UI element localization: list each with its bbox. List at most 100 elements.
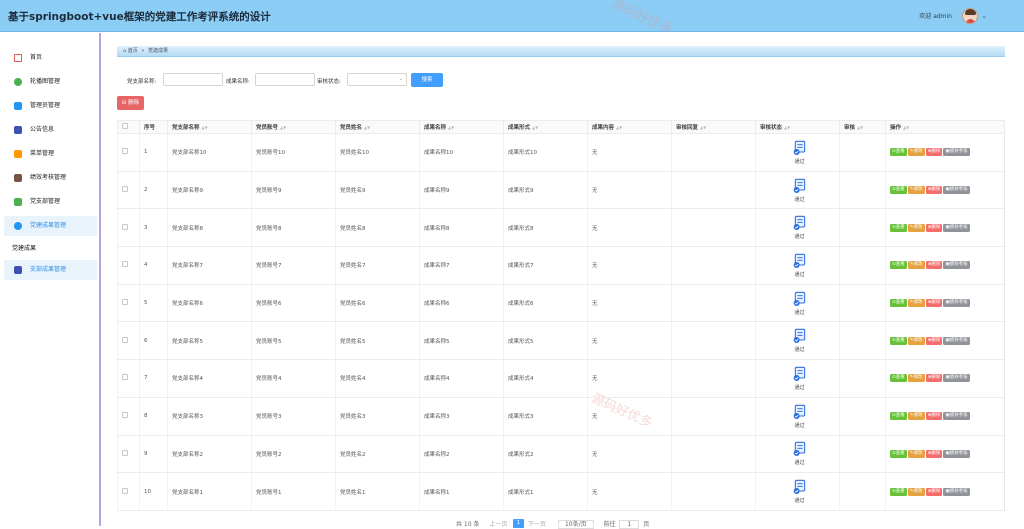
col-header-review[interactable]: 审核 ▲▼ xyxy=(839,120,886,134)
row-branch: 党支部名称10 xyxy=(167,133,252,172)
delete-button[interactable]: ⊗删除 xyxy=(925,261,943,270)
view-button[interactable]: ⊙查看 xyxy=(890,449,907,458)
search-button[interactable]: 搜索 xyxy=(411,73,443,87)
col-header-status[interactable]: 审核状态 ▲▼ xyxy=(755,120,840,134)
evaluate-button[interactable]: ▣绩效考核 xyxy=(943,412,970,421)
row-checkbox[interactable] xyxy=(122,261,128,268)
view-button[interactable]: ⊙查看 xyxy=(890,261,907,270)
row-checkbox[interactable] xyxy=(122,449,128,456)
sidebar-item-assessment[interactable]: 绩效考核管理 xyxy=(4,168,97,188)
row-checkbox[interactable] xyxy=(122,336,128,343)
row-review xyxy=(839,246,886,285)
row-select-cell[interactable] xyxy=(117,472,140,511)
view-button[interactable]: ⊙查看 xyxy=(890,223,907,232)
edit-button[interactable]: ✎修改 xyxy=(907,261,925,270)
row-select-cell[interactable] xyxy=(117,359,140,398)
evaluate-button[interactable]: ▣绩效考核 xyxy=(943,449,970,458)
row-checkbox[interactable] xyxy=(122,148,128,155)
sidebar-item-notice[interactable]: 公告信息 xyxy=(4,120,97,140)
delete-button[interactable]: ⊗删除 xyxy=(925,299,943,308)
result-name-input[interactable] xyxy=(255,73,315,86)
evaluate-button[interactable]: ▣绩效考核 xyxy=(943,261,970,270)
row-select-cell[interactable] xyxy=(117,397,140,436)
row-checkbox[interactable] xyxy=(122,223,128,230)
delete-button[interactable]: ⊗删除 xyxy=(925,487,943,496)
evaluate-button[interactable]: ▣绩效考核 xyxy=(943,186,970,195)
edit-button[interactable]: ✎修改 xyxy=(907,299,925,308)
edit-button[interactable]: ✎修改 xyxy=(907,186,925,195)
branch-name-input[interactable] xyxy=(163,73,223,86)
evaluate-button[interactable]: ▣绩效考核 xyxy=(943,487,970,496)
row-select-cell[interactable] xyxy=(117,171,140,210)
page-size-select[interactable]: 10条/页 xyxy=(557,520,594,529)
edit-button[interactable]: ✎修改 xyxy=(907,412,925,421)
evaluate-button[interactable]: ▣绩效考核 xyxy=(943,336,970,345)
view-button[interactable]: ⊙查看 xyxy=(890,487,907,496)
sidebar-item-menu[interactable]: 菜单管理 xyxy=(4,144,97,164)
col-header-branch[interactable]: 党支部名称 ▲▼ xyxy=(167,120,252,134)
welcome-text[interactable]: 欢迎 admin xyxy=(919,11,952,20)
status-select[interactable]: ⌄ xyxy=(347,73,407,86)
view-button[interactable]: ⊙查看 xyxy=(890,186,907,195)
page-number-current[interactable]: 1 xyxy=(513,519,524,528)
row-select-cell[interactable] xyxy=(117,435,140,474)
batch-delete-button[interactable]: ⊟ 删除 xyxy=(117,96,144,110)
row-select-cell[interactable] xyxy=(117,246,140,285)
delete-button[interactable]: ⊗删除 xyxy=(925,412,943,421)
evaluate-button[interactable]: ▣绩效考核 xyxy=(943,223,970,232)
view-button[interactable]: ⊙查看 xyxy=(890,336,907,345)
delete-button[interactable]: ⊗删除 xyxy=(925,223,943,232)
view-button[interactable]: ⊙查看 xyxy=(890,374,907,383)
sidebar-item-achievement[interactable]: 党建成果管理 xyxy=(4,216,97,236)
row-select-cell[interactable] xyxy=(117,284,140,323)
row-review xyxy=(839,435,886,474)
col-header-name[interactable]: 党员姓名 ▲▼ xyxy=(335,120,420,134)
col-header-account[interactable]: 党员账号 ▲▼ xyxy=(251,120,336,134)
table-row: 6 党支部名称5 党员账号5 党员姓名5 成果名称5 成果形式5 无通过 ⊙查看 ✎修改 ⊗删除 ▣… xyxy=(117,321,1005,361)
row-checkbox[interactable] xyxy=(122,299,128,306)
sidebar-item-home[interactable]: 首页 xyxy=(4,48,97,68)
edit-button[interactable]: ✎修改 xyxy=(907,223,925,232)
evaluate-button[interactable]: ▣绩效考核 xyxy=(943,148,970,157)
delete-button[interactable]: ⊗删除 xyxy=(925,374,943,383)
evaluate-button[interactable]: ▣绩效考核 xyxy=(943,374,970,383)
sidebar-item-branch[interactable]: 党支部管理 xyxy=(4,192,97,212)
row-select-cell[interactable] xyxy=(117,321,140,361)
chevron-down-icon[interactable]: ⌄ xyxy=(981,12,987,20)
user-avatar[interactable] xyxy=(962,8,978,24)
col-header-content[interactable]: 成果内容 ▲▼ xyxy=(587,120,672,134)
delete-button[interactable]: ⊗删除 xyxy=(925,186,943,195)
delete-button[interactable]: ⊗删除 xyxy=(925,449,943,458)
row-checkbox[interactable] xyxy=(122,374,128,381)
col-header-result[interactable]: 成果名称 ▲▼ xyxy=(419,120,504,134)
row-checkbox[interactable] xyxy=(122,487,128,494)
goto-page-input[interactable]: 1 xyxy=(619,520,640,529)
row-checkbox[interactable] xyxy=(122,186,128,193)
evaluate-button[interactable]: ▣绩效考核 xyxy=(943,299,970,308)
row-review xyxy=(839,208,886,248)
edit-button[interactable]: ✎修改 xyxy=(907,487,925,496)
row-account: 党员账号4 xyxy=(251,359,336,398)
next-page-button[interactable]: 下一页 xyxy=(528,521,546,528)
prev-page-button[interactable]: 上一页 xyxy=(489,521,507,528)
col-header-form[interactable]: 成果形式 ▲▼ xyxy=(503,120,588,134)
select-all-header[interactable] xyxy=(117,120,140,134)
select-all-checkbox[interactable] xyxy=(122,123,128,129)
delete-button[interactable]: ⊗删除 xyxy=(925,148,943,157)
edit-button[interactable]: ✎修改 xyxy=(907,374,925,383)
row-checkbox[interactable] xyxy=(122,412,128,419)
col-header-reply[interactable]: 审核回复 ▲▼ xyxy=(671,120,756,134)
sidebar-item-admin[interactable]: 管理员管理 xyxy=(4,96,97,116)
view-button[interactable]: ⊙查看 xyxy=(890,148,907,157)
view-button[interactable]: ⊙查看 xyxy=(890,412,907,421)
edit-button[interactable]: ✎修改 xyxy=(907,148,925,157)
sidebar-item-branch-results[interactable]: 支部成果管理 xyxy=(4,260,97,280)
delete-button[interactable]: ⊗删除 xyxy=(925,336,943,345)
row-select-cell[interactable] xyxy=(117,208,140,248)
edit-button[interactable]: ✎修改 xyxy=(907,449,925,458)
view-button[interactable]: ⊙查看 xyxy=(890,299,907,308)
row-select-cell[interactable] xyxy=(117,133,140,172)
edit-button[interactable]: ✎修改 xyxy=(907,336,925,345)
breadcrumb-home[interactable]: ⌂ 首页 xyxy=(123,48,138,54)
sidebar-item-carousel[interactable]: 轮播图管理 xyxy=(4,72,97,92)
